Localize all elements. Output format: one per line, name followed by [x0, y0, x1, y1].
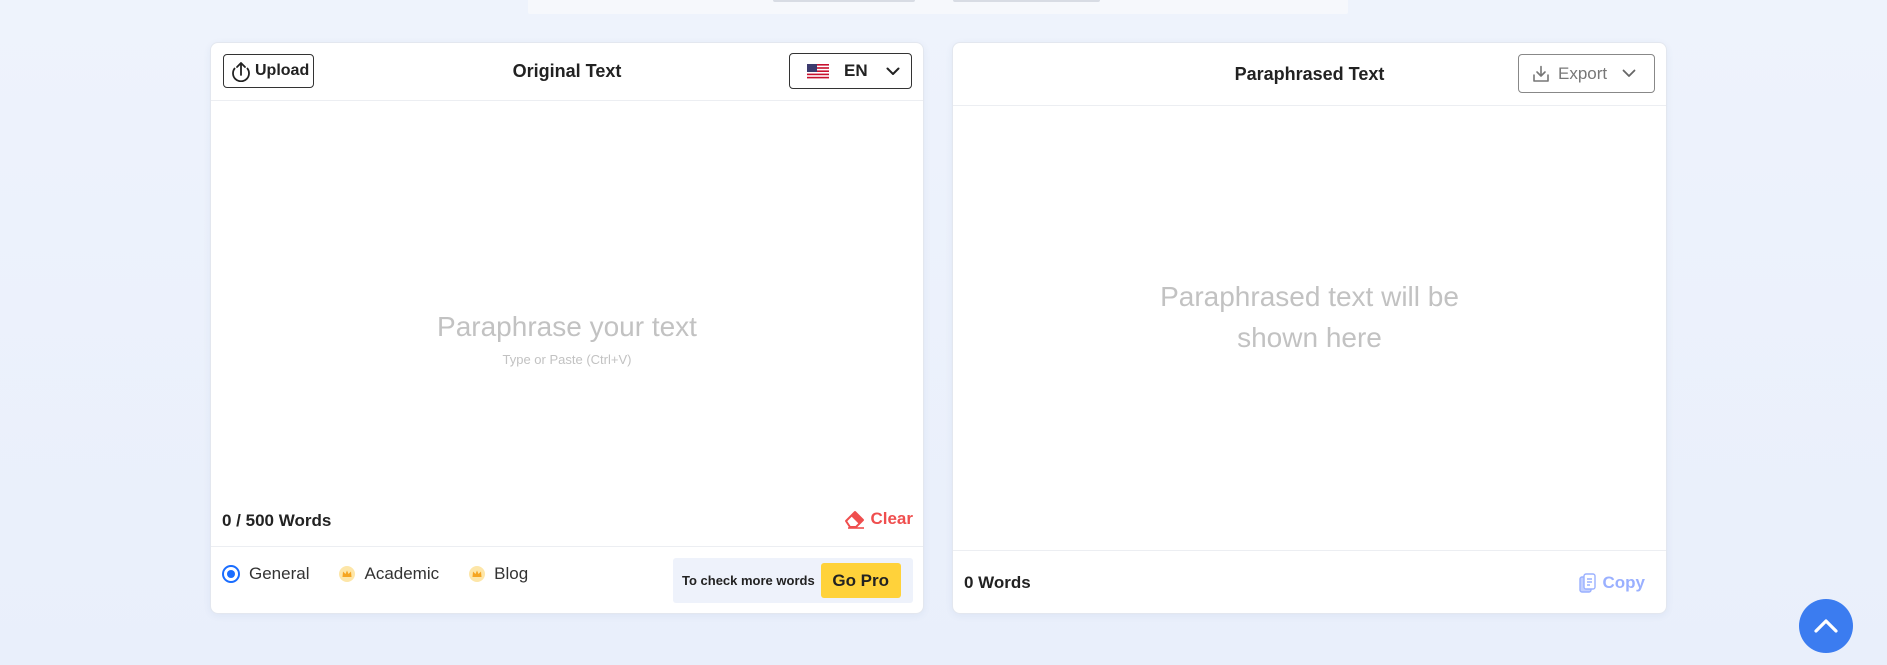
upgrade-prompt-text: To check more words [682, 573, 815, 588]
input-placeholder-hint: Type or Paste (Ctrl+V) [502, 352, 632, 367]
mode-blog[interactable]: Blog [465, 564, 528, 584]
original-text-input-area[interactable] [211, 101, 923, 501]
export-label: Export [1558, 63, 1608, 83]
footer-divider [953, 550, 1666, 551]
chevron-down-icon [1622, 69, 1636, 77]
upload-label: Upload [255, 62, 310, 79]
paraphrased-text-header: Paraphrased Text Export [953, 43, 1666, 106]
word-count: 0 / 500 Words [222, 511, 332, 530]
upgrade-prompt: To check more words Go Pro [673, 558, 913, 603]
language-select[interactable]: EN [789, 53, 912, 89]
chevron-down-icon [886, 67, 900, 75]
top-tab-1[interactable] [773, 0, 915, 2]
original-text-header: Original Text Upload EN [211, 43, 923, 101]
top-tab-2[interactable] [953, 0, 1100, 2]
paraphrased-text-panel: Paraphrased Text Export Paraphrased text… [952, 42, 1667, 614]
mode-selector: General Academic Blog [222, 564, 554, 584]
chevron-up-icon [1814, 619, 1838, 633]
copy-label: Copy [1602, 573, 1646, 592]
mode-general[interactable]: General [222, 564, 309, 584]
radio-selected-icon [222, 565, 240, 583]
mode-academic-label: Academic [364, 564, 440, 583]
top-toolbar-strip [528, 0, 1348, 14]
original-text-panel: Original Text Upload EN Paraphrase your … [210, 42, 924, 614]
copy-icon [1578, 573, 1596, 593]
mode-academic[interactable]: Academic [335, 564, 439, 584]
upload-button[interactable]: Upload [223, 54, 314, 88]
go-pro-button[interactable]: Go Pro [820, 563, 901, 598]
us-flag-icon [807, 63, 829, 79]
output-word-count: 0 Words [964, 573, 1031, 592]
download-icon [1533, 65, 1549, 82]
clear-button[interactable]: Clear [844, 509, 913, 529]
input-placeholder: Paraphrase your text [437, 311, 697, 342]
clear-label: Clear [870, 509, 913, 528]
language-label: EN [844, 61, 868, 80]
export-button[interactable]: Export [1518, 54, 1655, 93]
scroll-to-top-button[interactable] [1799, 599, 1853, 653]
mode-general-label: General [249, 564, 310, 583]
output-placeholder: Paraphrased text will be shown here [1160, 281, 1459, 353]
mode-blog-label: Blog [494, 564, 529, 583]
footer-divider [211, 546, 923, 547]
crown-icon [339, 566, 356, 582]
upload-icon [232, 62, 250, 82]
copy-button[interactable]: Copy [1578, 573, 1646, 593]
crown-icon [469, 566, 486, 582]
eraser-icon [845, 511, 865, 529]
